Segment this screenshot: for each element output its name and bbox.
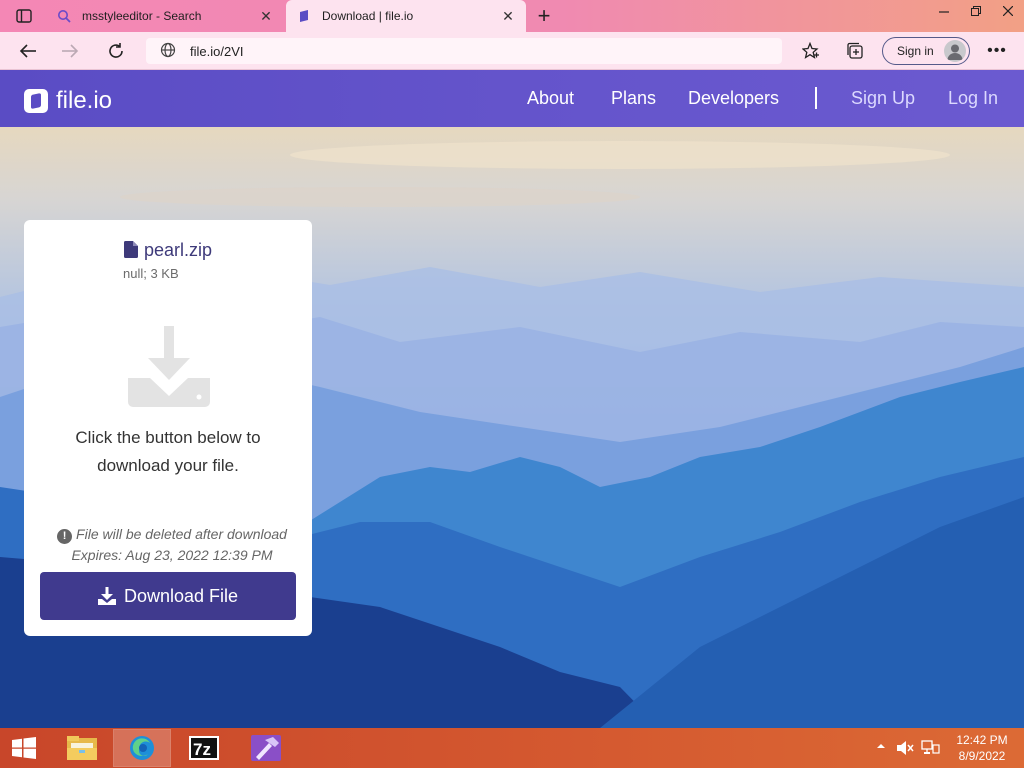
file-name-row: pearl.zip [24,240,312,263]
logo-text: file.io [56,87,113,114]
nav-about-link[interactable]: About [527,88,574,109]
close-window-button[interactable] [992,0,1024,22]
svg-text:7z: 7z [193,740,211,759]
tab-download[interactable]: Download | file.io ✕ [286,0,526,32]
taskbar-edge[interactable] [113,729,171,767]
download-button-label: Download File [123,585,239,606]
sign-in-label: Sign in [897,44,934,58]
file-meta: null; 3 KB [123,266,179,281]
file-icon [123,241,138,263]
arrow-right-icon [62,44,79,58]
collections-icon [847,42,863,59]
reload-icon [109,43,123,58]
site-logo[interactable]: file.io [24,87,112,115]
tab-actions-icon [16,9,32,23]
minimize-icon [939,11,949,13]
taskbar-7zip[interactable]: 7z [176,730,232,766]
arrow-left-icon [19,44,36,58]
favorites-button[interactable] [798,39,824,63]
clock-date: 8/9/2022 [958,749,1006,763]
forward-button[interactable] [56,38,84,64]
download-tray-icon [128,324,210,408]
back-button[interactable] [14,38,42,64]
tab-actions-button[interactable] [6,4,42,28]
close-tab-icon[interactable]: ✕ [500,8,516,25]
globe-icon [160,42,176,61]
collections-button[interactable] [842,39,868,63]
7zip-icon: 7z [189,736,219,760]
download-file-button[interactable]: Download File [40,572,296,620]
taskbar-file-explorer[interactable] [54,730,110,766]
expiry-note: ! File will be deleted after download Exp… [44,524,300,566]
close-icon [1003,6,1013,16]
download-card: pearl.zip null; 3 KB Click the button be… [24,220,312,636]
file-name: pearl.zip [143,240,213,260]
sign-in-button[interactable]: Sign in [882,37,970,65]
tab-search[interactable]: msstyleeditor - Search ✕ [46,0,284,32]
network-icon [921,740,940,754]
hammer-icon [251,735,281,761]
user-icon [947,44,963,60]
nav-plans-link[interactable]: Plans [611,88,656,109]
expires-note: Expires: Aug 23, 2022 12:39 PM [71,547,273,563]
restore-button[interactable] [960,0,992,22]
tab-strip: msstyleeditor - Search ✕ Download | file… [0,0,1024,32]
new-tab-button[interactable]: + [530,3,558,28]
nav-divider [815,87,817,109]
network-button[interactable] [920,740,940,759]
more-options-button[interactable]: ••• [984,38,1010,64]
browser-toolbar: file.io/2VI Sign in ••• [0,32,1024,70]
taskbar-visual-studio[interactable] [238,730,294,766]
taskbar-clock[interactable]: 12:42 PM 8/9/2022 [950,732,1014,764]
avatar [944,40,966,62]
tab-title: msstyleeditor - Search [82,9,202,23]
window-controls [928,0,1024,24]
nav-sign-up-link[interactable]: Sign Up [851,88,915,109]
volume-button[interactable] [896,740,914,759]
show-hidden-icons-button[interactable] [876,740,886,754]
close-tab-icon[interactable]: ✕ [258,8,274,25]
start-button[interactable] [10,737,38,759]
restore-icon [971,6,981,16]
ellipsis-icon: ••• [987,42,1007,59]
volume-muted-icon [897,741,914,755]
clock-time: 12:42 PM [956,733,1008,747]
delete-note: File will be deleted after download [76,526,287,542]
tab-title: Download | file.io [322,9,414,23]
site-header: file.io About Plans Developers Sign Up L… [0,70,1024,127]
folder-icon [67,736,97,760]
download-icon [97,587,116,605]
minimize-button[interactable] [928,0,960,22]
fileio-favicon-icon [296,8,312,24]
search-icon [56,8,72,24]
chevron-up-icon [877,744,885,748]
taskbar: 7z 12:42 PM 8/9/2022 [0,728,1024,768]
fileio-logo-icon [24,89,48,113]
edge-icon [130,736,154,760]
nav-developers-link[interactable]: Developers [688,88,779,109]
address-bar[interactable]: file.io/2VI [146,38,782,64]
plus-icon: + [537,3,551,28]
star-icon [802,42,819,59]
windows-logo-icon [12,737,36,759]
info-icon: ! [57,529,73,544]
url-text: file.io/2VI [190,43,244,59]
instruction-text: Click the button below to download your … [75,428,261,475]
nav-log-in-link[interactable]: Log In [948,88,998,109]
reload-button[interactable] [102,38,130,64]
